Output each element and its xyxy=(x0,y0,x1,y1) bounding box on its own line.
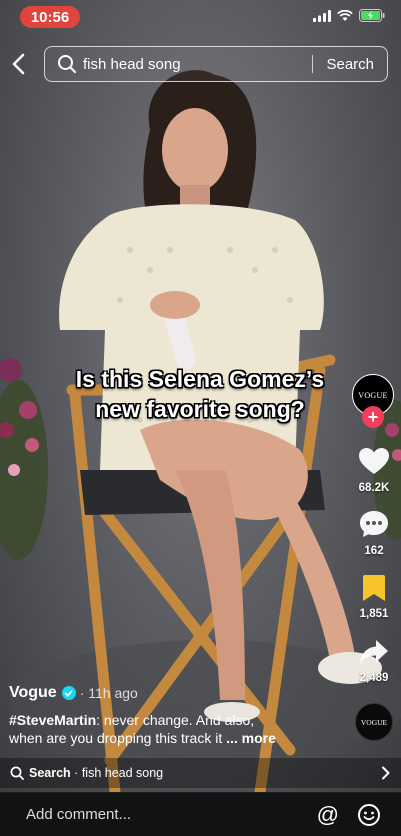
status-icons xyxy=(313,9,385,22)
more-link[interactable]: ... more xyxy=(226,730,276,746)
like-count: 68.2K xyxy=(358,482,390,494)
video-caption: Is this Selena Gomez’s new favorite song… xyxy=(40,364,360,424)
related-search-separator: · xyxy=(70,766,82,780)
related-search-text: Search · fish head song xyxy=(29,766,381,780)
related-search-prefix: Search xyxy=(29,766,71,780)
comment-input[interactable]: Add comment... xyxy=(26,806,317,823)
video-description[interactable]: #SteveMartin: never change. And also, wh… xyxy=(9,711,339,747)
share-button[interactable]: 2,489 xyxy=(351,639,397,684)
creator-name[interactable]: Vogue xyxy=(9,684,57,702)
comment-button[interactable]: 162 xyxy=(351,510,397,557)
signal-icon xyxy=(313,9,331,22)
search-query[interactable]: fish head song xyxy=(83,56,312,73)
chevron-right-icon xyxy=(382,766,390,780)
caption-line-2: new favorite song? xyxy=(95,396,305,422)
description-line-1: : never change. And also, xyxy=(96,712,255,728)
emoji-icon[interactable] xyxy=(357,803,381,827)
related-search-bar[interactable]: Search · fish head song xyxy=(0,758,401,788)
post-time: · 11h ago xyxy=(79,685,138,701)
comment-count: 162 xyxy=(364,545,384,557)
heart-icon xyxy=(359,448,389,474)
avatar-logo-text: VOGUE xyxy=(358,390,388,400)
search-bar[interactable]: fish head song Search xyxy=(44,46,388,82)
bookmark-icon xyxy=(363,575,385,601)
related-search-query: fish head song xyxy=(81,766,164,780)
music-disc-text: VOGUE xyxy=(360,717,388,727)
search-button[interactable]: Search xyxy=(313,56,387,73)
battery-charging-icon xyxy=(359,9,385,22)
save-count: 1,851 xyxy=(359,608,389,620)
save-button[interactable]: 1,851 xyxy=(351,575,397,620)
wifi-icon xyxy=(337,9,353,21)
mention-icon[interactable]: @ xyxy=(317,802,339,828)
search-icon xyxy=(58,55,77,74)
hashtag-link[interactable]: #SteveMartin xyxy=(9,712,96,728)
follow-button[interactable]: + xyxy=(362,406,384,428)
comment-bubble-icon xyxy=(360,511,388,537)
status-bar: 10:56 xyxy=(0,0,401,36)
verified-badge-icon xyxy=(61,686,76,700)
music-disc[interactable]: VOGUE xyxy=(355,703,393,741)
like-button[interactable]: 68.2K xyxy=(351,448,397,494)
video-info: Vogue · 11h ago #SteveMartin: never chan… xyxy=(9,683,339,747)
description-line-2: when are you dropping this track it xyxy=(9,730,227,746)
share-count: 2,489 xyxy=(359,672,389,684)
author-row: Vogue · 11h ago xyxy=(9,683,339,703)
back-arrow-icon[interactable] xyxy=(8,52,30,76)
caption-line-1: Is this Selena Gomez’s xyxy=(75,366,325,392)
status-time: 10:56 xyxy=(20,6,80,28)
share-arrow-icon xyxy=(360,640,388,664)
comment-bar: Add comment... @ xyxy=(0,792,401,836)
search-icon xyxy=(10,766,24,780)
